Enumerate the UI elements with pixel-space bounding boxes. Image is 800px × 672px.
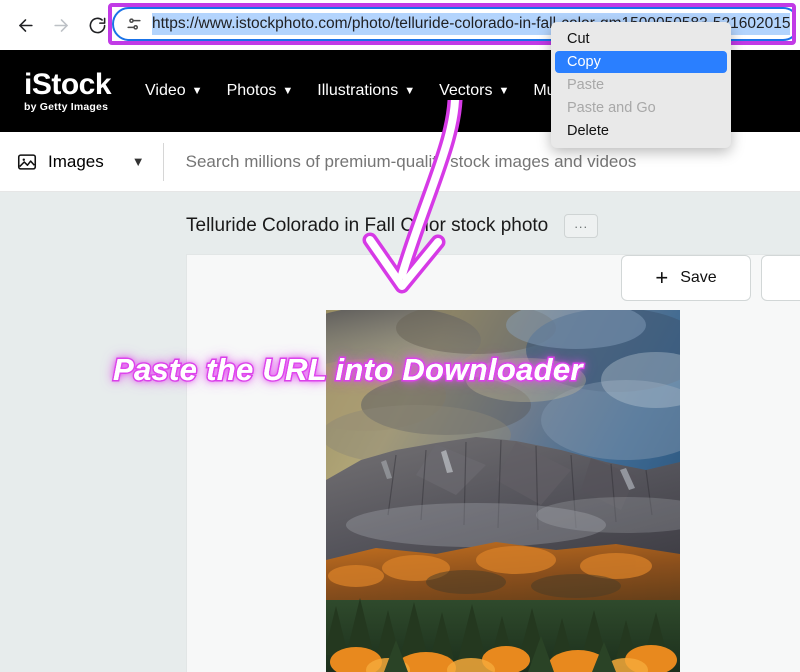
nav-label: Vectors — [439, 82, 493, 99]
logo-tagline: by Getty Images — [24, 100, 109, 113]
context-menu-item-copy[interactable]: Copy — [555, 51, 727, 73]
context-menu: Cut Copy Paste Paste and Go Delete — [551, 22, 731, 148]
nav-label: Video — [145, 82, 186, 99]
search-type-label: Images — [48, 151, 104, 171]
chevron-down-icon: ▼ — [191, 85, 203, 97]
search-type-selector[interactable]: Images ▼ — [0, 141, 145, 183]
stock-photo-image[interactable] — [326, 310, 680, 672]
context-menu-item-delete[interactable]: Delete — [555, 120, 727, 142]
nav-item-video[interactable]: Video ▼ — [145, 82, 203, 100]
action-buttons: + Save — [621, 255, 800, 301]
navigation-buttons — [0, 8, 114, 42]
save-button[interactable]: + Save — [621, 255, 751, 301]
save-button-label: Save — [680, 269, 717, 286]
chevron-down-icon: ▼ — [498, 85, 510, 97]
chevron-down-icon: ▼ — [282, 85, 294, 97]
title-row: Telluride Colorado in Fall Color stock p… — [186, 214, 599, 238]
chevron-down-icon[interactable]: ▼ — [132, 154, 145, 169]
page-title: Telluride Colorado in Fall Color stock p… — [186, 215, 549, 236]
more-options-button[interactable]: ... — [564, 214, 599, 238]
screenshot-root: https://www.istockphoto.com/photo/tellur… — [0, 0, 800, 672]
tune-sliders-icon[interactable] — [124, 14, 144, 34]
chevron-down-icon: ▼ — [404, 85, 416, 97]
plus-icon: + — [655, 265, 669, 290]
nav-label: Photos — [226, 82, 277, 99]
forward-arrow-icon[interactable] — [44, 8, 78, 42]
logo-wordmark: iStock — [24, 67, 112, 101]
search-input[interactable] — [163, 151, 800, 172]
image-icon — [16, 151, 38, 173]
context-menu-item-paste-and-go[interactable]: Paste and Go — [555, 97, 727, 119]
nav-item-photos[interactable]: Photos ▼ — [227, 82, 294, 100]
istock-logo[interactable]: iStock by Getty Images — [24, 67, 112, 113]
nav-item-vectors[interactable]: Vectors ▼ — [439, 82, 509, 100]
secondary-action-button[interactable] — [761, 255, 800, 301]
context-menu-item-cut[interactable]: Cut — [555, 28, 727, 50]
nav-label: Illustrations — [317, 82, 399, 99]
back-arrow-icon[interactable] — [8, 8, 42, 42]
nav-item-illustrations[interactable]: Illustrations ▼ — [317, 82, 415, 100]
context-menu-item-paste[interactable]: Paste — [555, 74, 727, 96]
